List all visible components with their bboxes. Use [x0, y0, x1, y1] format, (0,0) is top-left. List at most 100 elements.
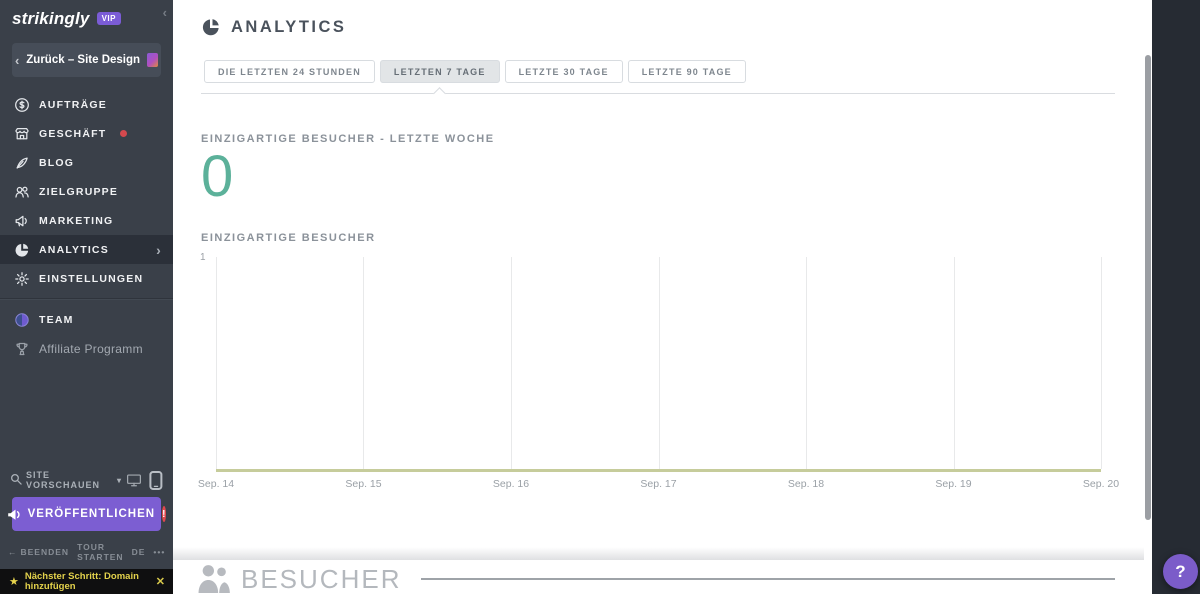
audience-icon — [13, 183, 30, 200]
visitors-icon — [197, 563, 231, 594]
chevron-left-icon: ‹ — [15, 53, 19, 68]
sidebar-item-label: AUFTRÄGE — [39, 99, 107, 111]
notification-dot — [120, 130, 127, 137]
sidebar-item-label: BLOG — [39, 157, 74, 169]
storefront-icon — [13, 125, 30, 142]
search-icon — [10, 473, 22, 487]
time-range-tabs: DIE LETZTEN 24 STUNDENLETZTEN 7 TAGELETZ… — [204, 60, 1115, 83]
chevron-right-icon: › — [156, 242, 162, 258]
sidebar-item-affiliate[interactable]: Affiliate Programm — [0, 334, 173, 363]
unique-visitors-week-value: 0 — [201, 148, 1115, 206]
scrollbar-thumb[interactable] — [1145, 55, 1151, 520]
chart-gridline — [806, 257, 807, 469]
sidebar-item-analytics[interactable]: ANALYTICS › — [0, 235, 173, 264]
back-arrow-icon: ← — [8, 547, 18, 557]
vip-badge: VIP — [97, 12, 121, 25]
strikingly-logo: strikingly — [12, 9, 90, 29]
back-to-site-design-button[interactable]: ‹ Zurück – Site Design — [12, 43, 161, 77]
publish-alert-badge: ! — [162, 506, 166, 522]
chart-gridline — [363, 257, 364, 469]
chart-gridline — [511, 257, 512, 469]
pie-chart-icon — [13, 241, 30, 258]
unique-visitors-chart-label: EINZIGARTIGE BESUCHER — [201, 232, 1115, 244]
trophy-icon — [13, 340, 30, 357]
tab-last-30-days[interactable]: LETZTE 30 TAGE — [505, 60, 623, 83]
sidebar-item-marketing[interactable]: MARKETING — [0, 206, 173, 235]
gear-icon — [13, 270, 30, 287]
unique-visitors-week-label: EINZIGARTIGE BESUCHER - LETZTE WOCHE — [201, 133, 1115, 145]
sidebar-item-auftraege[interactable]: AUFTRÄGE — [0, 90, 173, 119]
sidebar-menu: AUFTRÄGE GESCHÄFT BLOG ZIELGRUPPE MARKETING A… — [0, 90, 173, 363]
mobile-preview-icon[interactable] — [149, 471, 163, 490]
publish-label: VERÖFFENTLICHEN — [28, 508, 155, 520]
tab-notch — [433, 87, 446, 100]
sidebar-divider — [0, 298, 173, 300]
sidebar-item-geschaeft[interactable]: GESCHÄFT — [0, 119, 173, 148]
footer-link-more[interactable]: ••• — [153, 547, 165, 557]
star-icon: ★ — [9, 575, 19, 588]
right-edge-band — [1152, 0, 1200, 594]
device-icons — [126, 471, 163, 490]
x-axis-label: Sep. 19 — [935, 478, 971, 490]
site-preview-row[interactable]: SITE VORSCHAUEN ▾ — [10, 470, 163, 490]
tab-last-90-days[interactable]: LETZTE 90 TAGE — [628, 60, 746, 83]
pie-chart-icon — [201, 17, 221, 37]
x-axis-label: Sep. 18 — [788, 478, 824, 490]
y-axis-tick: 1 — [200, 252, 206, 263]
sidebar-item-label: TEAM — [39, 314, 74, 326]
x-axis-label: Sep. 17 — [640, 478, 676, 490]
footer-link-tour-starten[interactable]: TOUR STARTEN — [77, 542, 124, 562]
dollar-circle-icon — [13, 96, 30, 113]
team-icon — [13, 311, 30, 328]
analytics-panel: ANALYTICS DIE LETZTEN 24 STUNDENLETZTEN … — [173, 0, 1144, 594]
next-step-notification: ★ Nächster Schritt: Domain hinzufügen ✕ — [0, 569, 173, 594]
app-root: strikingly VIP ‹ ‹ Zurück – Site Design … — [0, 0, 1200, 594]
unique-visitors-chart: 1 Sep. 14Sep. 15Sep. 16Sep. 17Sep. 18Sep… — [216, 257, 1101, 472]
visitors-heading-rule — [421, 578, 1115, 580]
x-axis-label: Sep. 14 — [198, 478, 234, 490]
chart-gridline — [659, 257, 660, 469]
megaphone-icon — [7, 508, 21, 521]
publish-button[interactable]: VERÖFFENTLICHEN ! — [12, 497, 161, 531]
sidebar-item-label: EINSTELLUNGEN — [39, 273, 143, 285]
visitors-heading: BESUCHER — [241, 564, 401, 594]
tab-last-24-hours[interactable]: DIE LETZTEN 24 STUNDEN — [204, 60, 375, 83]
back-button-label: Zurück – Site Design — [26, 54, 140, 66]
footer-link-beenden[interactable]: ←BEENDEN — [8, 547, 69, 557]
close-icon[interactable]: ✕ — [156, 575, 165, 588]
site-preview-label: SITE VORSCHAUEN — [26, 470, 111, 490]
chart-gridline — [1101, 257, 1102, 469]
x-axis-label: Sep. 20 — [1083, 478, 1119, 490]
tabs-divider — [201, 93, 1115, 94]
visitors-section: BESUCHER — [173, 560, 1144, 594]
sidebar-item-team[interactable]: TEAM — [0, 305, 173, 334]
chevron-down-icon: ▾ — [117, 476, 122, 485]
sidebar-item-label: Affiliate Programm — [39, 342, 143, 356]
footer-link-language[interactable]: DE — [132, 547, 146, 557]
sidebar-footer: ←BEENDEN TOUR STARTEN DE ••• — [0, 542, 173, 569]
sidebar-item-einstellungen[interactable]: EINSTELLUNGEN — [0, 264, 173, 293]
help-button[interactable]: ? — [1163, 554, 1198, 589]
sidebar-item-zielgruppe[interactable]: ZIELGRUPPE — [0, 177, 173, 206]
tab-last-7-days[interactable]: LETZTEN 7 TAGE — [380, 60, 500, 83]
notification-text: Nächster Schritt: Domain hinzufügen — [25, 572, 143, 592]
x-axis-label: Sep. 16 — [493, 478, 529, 490]
quill-icon — [13, 154, 30, 171]
sidebar-item-label: MARKETING — [39, 215, 113, 227]
chart-gridline — [954, 257, 955, 469]
sidebar-bottom: SITE VORSCHAUEN ▾ VERÖFFENTLICHEN ! — [0, 470, 173, 594]
sidebar: strikingly VIP ‹ ‹ Zurück – Site Design … — [0, 0, 173, 594]
sidebar-item-blog[interactable]: BLOG — [0, 148, 173, 177]
megaphone-icon — [13, 212, 30, 229]
sidebar-item-label: ZIELGRUPPE — [39, 186, 118, 198]
chart-gridline — [216, 257, 217, 469]
desktop-preview-icon[interactable] — [126, 473, 142, 488]
chart-baseline — [216, 469, 1101, 472]
panel-header: ANALYTICS — [201, 0, 1115, 37]
collapse-sidebar-icon[interactable]: ‹ — [163, 5, 167, 20]
x-axis-label: Sep. 15 — [345, 478, 381, 490]
site-doc-icon — [147, 53, 158, 67]
sidebar-item-label: ANALYTICS — [39, 244, 109, 256]
page-title: ANALYTICS — [231, 18, 346, 37]
sidebar-item-label: GESCHÄFT — [39, 128, 106, 140]
